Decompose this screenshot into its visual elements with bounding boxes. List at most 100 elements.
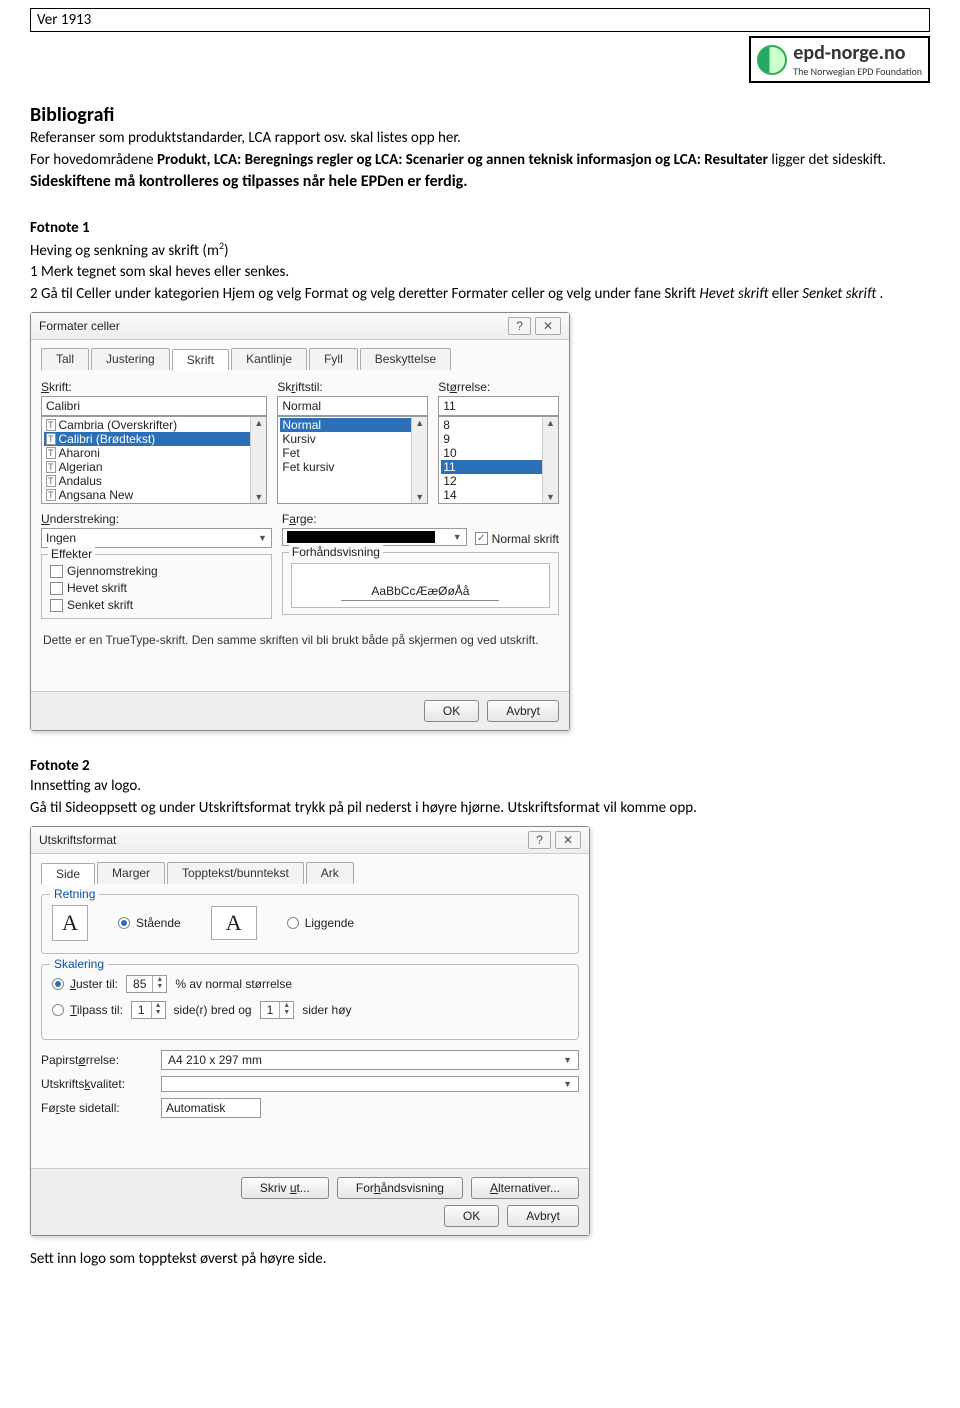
checkbox[interactable]: ✓	[475, 532, 488, 545]
preview-text: AaBbCcÆæØøÅå	[341, 584, 499, 601]
tab-fyll[interactable]: Fyll	[309, 348, 358, 370]
size-listbox[interactable]: 8 9 10 11 12 14 ▲ ▼	[438, 416, 559, 504]
radio-tilpass[interactable]: Tilpass til:	[52, 1003, 123, 1017]
tab-kantlinje[interactable]: Kantlinje	[231, 348, 307, 370]
group-legend: Skalering	[50, 957, 108, 971]
tab-skrift[interactable]: Skrift	[172, 349, 229, 371]
header: epd-norge.no The Norwegian EPD Foundatio…	[30, 36, 930, 83]
effects-title: Effekter	[48, 547, 95, 561]
tab-ark[interactable]: Ark	[306, 862, 354, 884]
tab-justering[interactable]: Justering	[91, 348, 170, 370]
version-bar: Ver 1913	[30, 8, 930, 32]
ok-button[interactable]: OK	[444, 1205, 499, 1227]
kval-select[interactable]: ▼	[161, 1076, 579, 1092]
list-item[interactable]: Fet kursiv	[280, 460, 425, 474]
checkbox[interactable]	[50, 565, 63, 578]
tabs: Side Marger Topptekst/bunntekst Ark	[41, 862, 579, 884]
logo-text: epd-norge.no	[793, 41, 922, 65]
tilpass-b-spinner[interactable]: 1 ▲▼	[260, 1001, 295, 1019]
spin-up-icon[interactable]: ▲	[280, 1002, 293, 1009]
close-button[interactable]: ✕	[535, 317, 561, 335]
eff-gjennom: Gjennomstreking	[67, 564, 158, 578]
spin-down-icon[interactable]: ▼	[280, 1009, 293, 1016]
p2-a: For hovedområdene	[30, 151, 157, 169]
list-item[interactable]: Normal	[280, 418, 425, 432]
scroll-down-icon[interactable]: ▼	[412, 491, 427, 503]
cancel-button[interactable]: Avbryt	[487, 700, 559, 722]
radio-portrait[interactable]: Stående	[118, 916, 181, 930]
storrelse-label: Størrelse:	[438, 380, 559, 394]
scrollbar[interactable]: ▲ ▼	[542, 417, 558, 503]
list-item[interactable]: TAharoni	[44, 446, 264, 460]
fotnote2-line1: Innsetting av logo.	[30, 777, 930, 797]
preview-button[interactable]: Forhåndsvisning	[337, 1177, 463, 1199]
dialog-page-setup: Utskriftsformat ? ✕ Side Marger Toppteks…	[30, 826, 590, 1236]
spin-up-icon[interactable]: ▲	[153, 976, 166, 983]
tilpass-mid: side(r) bred og	[174, 1003, 252, 1017]
list-item[interactable]: Kursiv	[280, 432, 425, 446]
radio-landscape[interactable]: Liggende	[287, 916, 354, 930]
list-item[interactable]: TAlgerian	[44, 460, 264, 474]
list-item[interactable]: 8	[441, 418, 556, 432]
list-item[interactable]: Fet	[280, 446, 425, 460]
spin-up-icon[interactable]: ▲	[152, 1002, 165, 1009]
checkbox[interactable]	[50, 582, 63, 595]
spin-down-icon[interactable]: ▼	[153, 983, 166, 990]
print-button[interactable]: Skriv ut...	[241, 1177, 329, 1199]
list-item[interactable]: TCalibri (Brødtekst)	[44, 432, 264, 446]
list-item[interactable]: TAndalus	[44, 474, 264, 488]
list-item[interactable]: TCambria (Overskrifter)	[44, 418, 264, 432]
scrollbar[interactable]: ▲ ▼	[250, 417, 266, 503]
font-listbox[interactable]: TCambria (Overskrifter) TCalibri (Brødte…	[41, 416, 267, 504]
papir-val: A4 210 x 297 mm	[168, 1053, 262, 1067]
tab-beskyttelse[interactable]: Beskyttelse	[360, 348, 451, 370]
help-button[interactable]: ?	[508, 317, 531, 335]
tab-marger[interactable]: Marger	[97, 862, 165, 884]
spin-down-icon[interactable]: ▼	[152, 1009, 165, 1016]
ok-button[interactable]: OK	[424, 700, 479, 722]
scroll-down-icon[interactable]: ▼	[543, 491, 558, 503]
section-title-bibliografi: Bibliografi	[30, 103, 930, 127]
list-item[interactable]: TAngsana New	[44, 488, 264, 502]
cancel-button[interactable]: Avbryt	[507, 1205, 579, 1227]
tab-tall[interactable]: Tall	[41, 348, 89, 370]
p2-c: ligger det sideskift.	[768, 151, 886, 169]
truetype-icon: T	[46, 461, 56, 473]
liggende-label: Liggende	[305, 916, 354, 930]
scroll-up-icon[interactable]: ▲	[251, 417, 266, 429]
list-item[interactable]: 9	[441, 432, 556, 446]
checkbox[interactable]	[50, 599, 63, 612]
style-listbox[interactable]: Normal Kursiv Fet Fet kursiv ▲ ▼	[277, 416, 428, 504]
close-button[interactable]: ✕	[555, 831, 581, 849]
list-item[interactable]: 10	[441, 446, 556, 460]
skrift-input[interactable]: Calibri	[41, 396, 267, 416]
tab-side[interactable]: Side	[41, 863, 95, 885]
tilpass-a-spinner[interactable]: 1 ▲▼	[131, 1001, 166, 1019]
understreking-select[interactable]: Ingen ▼	[41, 528, 272, 548]
p2-b: Produkt, LCA: Beregnings regler og LCA: …	[157, 151, 768, 169]
papir-label: Papirstørrelse:	[41, 1053, 151, 1067]
fotnote1-title: Fotnote 1	[30, 219, 930, 237]
list-item[interactable]: 14	[441, 488, 556, 502]
list-item[interactable]: 12	[441, 474, 556, 488]
skriftstil-input[interactable]: Normal	[277, 396, 428, 416]
tab-topptekst[interactable]: Topptekst/bunntekst	[167, 862, 304, 884]
farge-select[interactable]: ▼	[282, 528, 467, 546]
color-swatch	[287, 531, 436, 543]
scroll-up-icon[interactable]: ▲	[543, 417, 558, 429]
scrollbar[interactable]: ▲ ▼	[411, 417, 427, 503]
options-button[interactable]: Alternativer...	[471, 1177, 579, 1199]
list-item[interactable]: 11	[441, 460, 556, 474]
juster-spinner[interactable]: 85 ▲▼	[126, 975, 167, 993]
scroll-down-icon[interactable]: ▼	[251, 491, 266, 503]
dialog-titlebar: Formater celler ? ✕	[31, 313, 569, 340]
first-input[interactable]: Automatisk	[161, 1098, 261, 1118]
group-skalering: Skalering Juster til: 85 ▲▼ % av normal …	[41, 964, 579, 1040]
radio-juster[interactable]: Juster til:	[52, 977, 118, 991]
fotnote2-title: Fotnote 2	[30, 757, 930, 775]
dialog-format-cells: Formater celler ? ✕ Tall Justering Skrif…	[30, 312, 570, 731]
scroll-up-icon[interactable]: ▲	[412, 417, 427, 429]
papir-select[interactable]: A4 210 x 297 mm ▼	[161, 1050, 579, 1070]
storrelse-input[interactable]: 11	[438, 396, 559, 416]
help-button[interactable]: ?	[528, 831, 551, 849]
